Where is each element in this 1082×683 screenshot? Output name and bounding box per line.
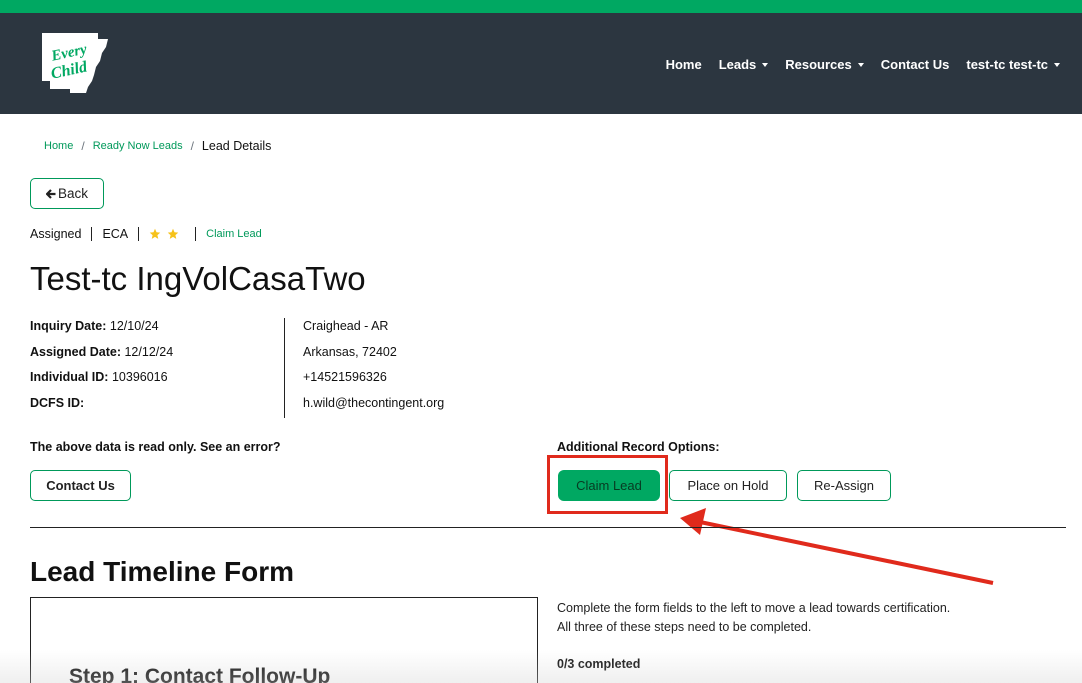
divider xyxy=(138,227,140,241)
county: Craighead - AR xyxy=(303,319,389,333)
lead-name-title: Test-tc IngVolCasaTwo xyxy=(30,260,366,297)
re-assign-button[interactable]: Re-Assign xyxy=(797,470,891,501)
contact-us-button[interactable]: Contact Us xyxy=(30,470,131,501)
chevron-down-icon xyxy=(857,62,864,67)
lead-timeline-title: Lead Timeline Form xyxy=(30,556,294,587)
inquiry-date-label: Inquiry Date: xyxy=(30,319,107,333)
lead-info-left: Inquiry Date: 12/10/24 Assigned Date: 12… xyxy=(30,318,173,420)
info-vertical-divider xyxy=(284,318,285,418)
nav-user-menu[interactable]: test-tc test-tc xyxy=(966,57,1060,72)
instruction-line-2: All three of these steps need to be comp… xyxy=(557,620,812,634)
inquiry-date-row: Inquiry Date: 12/10/24 xyxy=(30,318,173,344)
annotation-highlight-box xyxy=(547,455,668,514)
nav-resources-label: Resources xyxy=(785,57,852,72)
instruction-line-1: Complete the form fields to the left to … xyxy=(557,601,951,615)
timeline-form-panel: Step 1: Contact Follow-Up xyxy=(30,597,538,683)
nav-home[interactable]: Home xyxy=(666,57,702,72)
assigned-date-label: Assigned Date: xyxy=(30,344,121,359)
place-on-hold-button[interactable]: Place on Hold xyxy=(669,470,787,501)
place-on-hold-label: Place on Hold xyxy=(687,478,769,493)
inquiry-date-value: 12/10/24 xyxy=(109,319,159,333)
claim-lead-link[interactable]: Claim Lead xyxy=(206,228,262,240)
progress-text: 0/3 completed xyxy=(557,657,641,671)
main-nav: Home Leads Resources Contact Us test-tc … xyxy=(649,57,1060,72)
lead-info-right: Craighead - AR Arkansas, 72402 +14521596… xyxy=(303,318,444,420)
arrow-shaft xyxy=(699,520,994,585)
nav-resources[interactable]: Resources xyxy=(785,57,864,72)
individual-id-label: Individual ID: xyxy=(30,370,109,384)
breadcrumb-ready-now-leads[interactable]: Ready Now Leads xyxy=(93,140,183,152)
lead-status-row: Assigned ECA Claim Lead xyxy=(30,227,262,241)
star-icon xyxy=(167,228,179,239)
individual-id-value: 10396016 xyxy=(111,370,168,384)
nav-leads-label: Leads xyxy=(718,57,757,72)
top-accent-bar xyxy=(0,0,1082,13)
back-button-label: Back xyxy=(57,186,88,201)
chevron-down-icon xyxy=(1054,62,1060,67)
nav-home-label: Home xyxy=(665,57,702,72)
dcfs-id-label: DCFS ID: xyxy=(30,395,85,410)
contact-us-label: Contact Us xyxy=(46,478,115,493)
phone: +14521596326 xyxy=(303,370,387,384)
nav-leads[interactable]: Leads xyxy=(719,57,769,72)
dcfs-id-row: DCFS ID: xyxy=(30,395,173,421)
state-zip: Arkansas, 72402 xyxy=(303,344,397,359)
breadcrumb: Home / Ready Now Leads / Lead Details xyxy=(44,139,271,153)
assigned-date-value: 12/12/24 xyxy=(124,344,174,359)
nav-contact-us[interactable]: Contact Us xyxy=(881,57,950,72)
breadcrumb-separator: / xyxy=(81,139,85,153)
readonly-note: The above data is read only. See an erro… xyxy=(30,440,281,454)
divider xyxy=(91,227,93,241)
status-badge: Assigned xyxy=(30,227,82,241)
arrow-left-icon xyxy=(45,188,56,199)
back-button[interactable]: Back xyxy=(30,178,104,209)
timeline-instructions: Complete the form fields to the left to … xyxy=(557,599,950,637)
navbar: Every Child Home Leads Resources Contact… xyxy=(0,13,1082,114)
breadcrumb-separator: / xyxy=(190,139,194,153)
star-icon xyxy=(149,228,161,239)
nav-contact-label: Contact Us xyxy=(880,57,950,72)
record-options-label: Additional Record Options: xyxy=(557,440,720,454)
assigned-date-row: Assigned Date: 12/12/24 xyxy=(30,344,173,370)
breadcrumb-home[interactable]: Home xyxy=(44,140,73,152)
nav-user-label: test-tc test-tc xyxy=(966,57,1048,72)
chevron-down-icon xyxy=(762,62,769,67)
arrowhead-icon xyxy=(680,508,706,535)
individual-id-row: Individual ID: 10396016 xyxy=(30,369,173,395)
step-1-title: Step 1: Contact Follow-Up xyxy=(69,665,331,683)
email: h.wild@thecontingent.org xyxy=(303,395,445,410)
breadcrumb-current: Lead Details xyxy=(201,139,272,153)
agency-label: ECA xyxy=(102,227,129,241)
re-assign-label: Re-Assign xyxy=(814,478,874,493)
divider xyxy=(195,227,197,241)
section-divider xyxy=(30,527,1066,528)
every-child-logo[interactable]: Every Child xyxy=(36,31,112,95)
